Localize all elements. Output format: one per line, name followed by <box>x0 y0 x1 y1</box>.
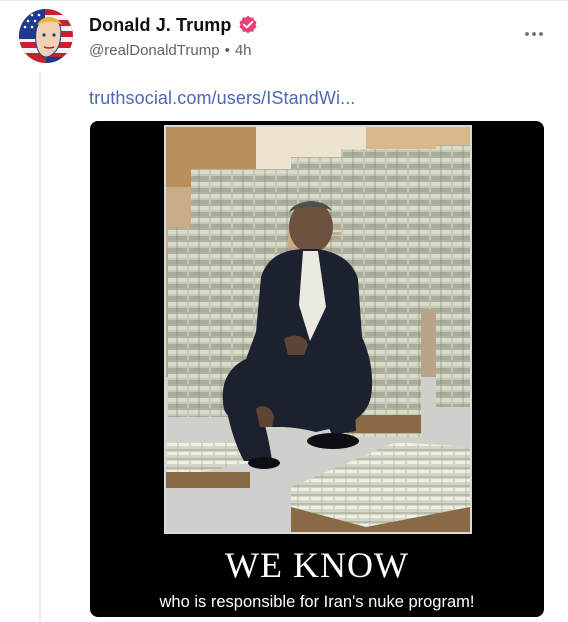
more-options-button[interactable] <box>522 27 546 41</box>
poster-headline: WE KNOW <box>225 545 409 585</box>
divider <box>0 0 568 1</box>
author-handle[interactable]: @realDonaldTrump <box>89 42 220 59</box>
post-media[interactable]: WE KNOW who is responsible for Iran's nu… <box>90 121 544 617</box>
author-avatar[interactable] <box>19 9 73 63</box>
poster-photo <box>164 125 472 534</box>
verified-badge-icon <box>238 15 257 34</box>
avatar-image <box>19 9 73 63</box>
poster-caption: who is responsible for Iran's nuke progr… <box>159 593 475 611</box>
author-name-row: Donald J. Trump <box>89 13 258 37</box>
post-timestamp[interactable]: 4h <box>235 42 252 59</box>
author-display-name[interactable]: Donald J. Trump <box>89 15 232 36</box>
meta-separator: • <box>224 42 230 59</box>
author-meta-row: @realDonaldTrump • 4h <box>89 42 252 59</box>
post-card: Donald J. Trump @realDonaldTrump • 4h tr… <box>0 0 568 622</box>
thread-line <box>39 72 41 622</box>
post-link[interactable]: truthsocial.com/users/IStandWi... <box>89 88 355 109</box>
poster-photo-image <box>166 127 470 532</box>
ellipsis-icon <box>525 32 543 36</box>
